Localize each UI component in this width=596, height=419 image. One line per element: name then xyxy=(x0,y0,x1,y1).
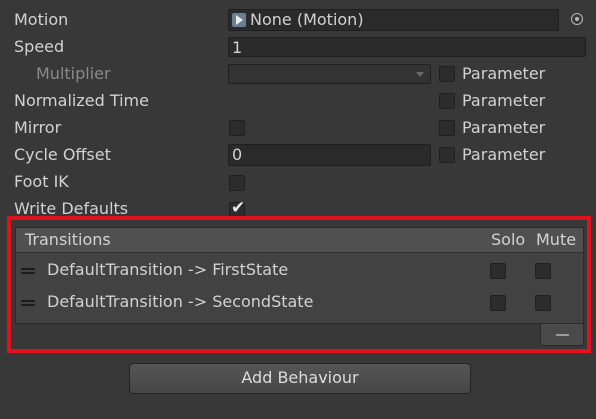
cycle-offset-row: Cycle Offset 0 Parameter xyxy=(0,142,596,169)
cycle-offset-label: Cycle Offset xyxy=(14,145,111,164)
cycle-offset-parameter-label: Parameter xyxy=(462,145,546,164)
mirror-parameter-checkbox[interactable] xyxy=(439,120,455,136)
speed-value: 1 xyxy=(232,38,243,57)
chevron-down-icon xyxy=(416,72,424,77)
speed-input[interactable]: 1 xyxy=(228,37,586,57)
object-picker-icon[interactable] xyxy=(571,13,583,25)
cycle-offset-input[interactable]: 0 xyxy=(228,144,431,166)
normalized-time-row: Normalized Time Parameter xyxy=(0,88,596,115)
multiplier-dropdown[interactable] xyxy=(228,64,431,84)
add-behaviour-button[interactable]: Add Behaviour xyxy=(129,363,471,394)
normalized-time-parameter-label: Parameter xyxy=(462,91,546,110)
multiplier-row: Multiplier Parameter xyxy=(0,61,596,88)
foot-ik-checkbox[interactable] xyxy=(229,175,245,191)
highlight-box xyxy=(7,216,591,353)
mirror-checkbox[interactable] xyxy=(229,120,245,136)
speed-row: Speed 1 xyxy=(0,34,596,61)
motion-object-field[interactable]: None (Motion) xyxy=(228,9,559,31)
cycle-offset-value: 0 xyxy=(232,145,243,164)
foot-ik-label: Foot IK xyxy=(14,172,69,191)
animation-clip-icon xyxy=(232,13,246,27)
multiplier-parameter-checkbox[interactable] xyxy=(439,66,455,82)
motion-row: Motion None (Motion) xyxy=(0,7,596,34)
cycle-offset-parameter-checkbox[interactable] xyxy=(439,147,455,163)
multiplier-parameter-label: Parameter xyxy=(462,64,546,83)
foot-ik-row: Foot IK xyxy=(0,169,596,196)
multiplier-label: Multiplier xyxy=(36,64,111,83)
speed-label: Speed xyxy=(14,37,65,56)
mirror-row: Mirror Parameter xyxy=(0,115,596,142)
normalized-time-parameter-checkbox[interactable] xyxy=(439,93,455,109)
normalized-time-label: Normalized Time xyxy=(14,91,149,110)
mirror-parameter-label: Parameter xyxy=(462,118,546,137)
mirror-label: Mirror xyxy=(14,118,62,137)
motion-value: None (Motion) xyxy=(250,10,364,29)
motion-label: Motion xyxy=(14,10,69,29)
checkmark-icon: ✔ xyxy=(231,198,246,218)
